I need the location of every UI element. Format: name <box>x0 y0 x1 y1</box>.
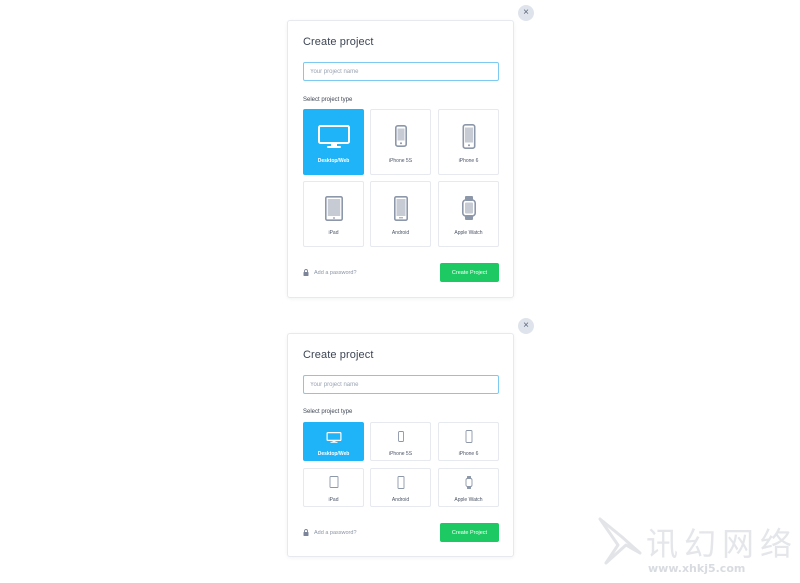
add-password-link[interactable]: Add a password? <box>303 269 357 276</box>
ipad-icon <box>324 196 343 221</box>
project-type-iphone-5s[interactable]: iPhone 5S <box>370 109 431 175</box>
project-name-input[interactable] <box>303 62 499 81</box>
project-type-apple-watch[interactable]: Apple Watch <box>438 181 499 247</box>
tile-label: iPhone 6 <box>458 451 479 457</box>
lock-icon <box>303 529 309 536</box>
project-type-android[interactable]: Android <box>370 181 431 247</box>
project-type-desktop-web[interactable]: Desktop/Web <box>303 422 364 461</box>
tile-label: iPhone 5S <box>388 451 413 457</box>
tile-label: iPhone 6 <box>458 158 479 164</box>
iphone-5s-icon <box>397 431 404 442</box>
add-password-label: Add a password? <box>314 269 357 276</box>
tile-label: Android <box>391 230 410 236</box>
tile-label: iPhone 5S <box>388 158 413 164</box>
close-icon: × <box>523 7 529 18</box>
tile-label: Apple Watch <box>454 497 483 503</box>
iphone-6-icon <box>465 430 472 443</box>
project-type-android[interactable]: Android <box>370 468 431 507</box>
close-icon: × <box>523 320 529 331</box>
tile-label: Android <box>391 497 410 503</box>
project-type-desktop-web[interactable]: Desktop/Web <box>303 109 364 175</box>
iphone-6-icon <box>462 124 475 149</box>
tile-label: Desktop/Web <box>317 158 350 164</box>
watermark: 讯幻网络 www.xhkj5.com <box>596 515 796 577</box>
project-type-iphone-6[interactable]: iPhone 6 <box>438 422 499 461</box>
close-button[interactable]: × <box>518 5 534 21</box>
create-project-button[interactable]: Create Project <box>440 523 499 542</box>
apple-watch-icon <box>461 196 476 220</box>
project-type-ipad[interactable]: iPad <box>303 181 364 247</box>
project-type-iphone-6[interactable]: iPhone 6 <box>438 109 499 175</box>
dialog-title: Create project <box>303 349 374 361</box>
tile-label: iPad <box>328 497 339 503</box>
add-password-link[interactable]: Add a password? <box>303 529 357 536</box>
project-type-label: Select project type <box>303 97 353 103</box>
iphone-5s-icon <box>394 125 407 147</box>
project-type-label: Select project type <box>303 409 353 415</box>
project-type-ipad[interactable]: iPad <box>303 468 364 507</box>
close-button[interactable]: × <box>518 318 534 334</box>
desktop-icon <box>326 432 341 443</box>
apple-watch-icon <box>465 476 472 489</box>
watermark-url: www.xhkj5.com <box>648 562 746 575</box>
create-project-dialog: Create project Select project type Deskt… <box>287 333 514 557</box>
ipad-icon <box>329 476 338 488</box>
desktop-icon <box>317 125 350 148</box>
lock-icon <box>303 269 309 276</box>
dialog-title: Create project <box>303 36 374 48</box>
tile-label: Desktop/Web <box>317 451 350 457</box>
watermark-brand: 讯幻网络 <box>646 525 799 563</box>
android-icon <box>397 476 404 489</box>
tile-label: iPad <box>328 230 339 236</box>
create-project-dialog: Create project Select project type Deskt… <box>287 20 514 298</box>
create-project-button[interactable]: Create Project <box>440 263 499 282</box>
project-name-input[interactable] <box>303 375 499 394</box>
tile-label: Apple Watch <box>454 230 483 236</box>
project-type-apple-watch[interactable]: Apple Watch <box>438 468 499 507</box>
android-icon <box>393 196 408 221</box>
add-password-label: Add a password? <box>314 529 357 536</box>
project-type-iphone-5s[interactable]: iPhone 5S <box>370 422 431 461</box>
bird-logo-icon <box>598 517 642 565</box>
